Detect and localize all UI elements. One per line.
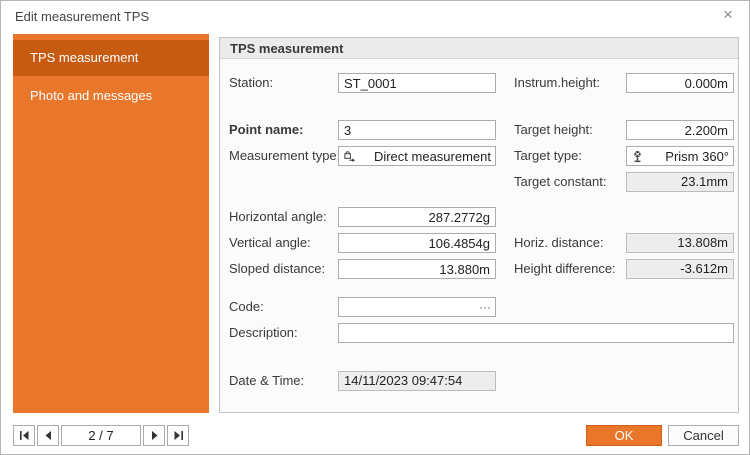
code-input[interactable] (339, 298, 475, 316)
last-record-button[interactable] (167, 425, 189, 446)
sloped-distance-input[interactable] (338, 259, 496, 279)
close-icon[interactable]: × (719, 6, 737, 24)
sidebar: TPS measurement Photo and messages (13, 34, 209, 413)
instrum-height-input[interactable] (626, 73, 734, 93)
dialog-title: Edit measurement TPS (15, 9, 149, 24)
direct-measurement-icon (343, 149, 357, 163)
target-constant-label: Target constant: (514, 172, 607, 192)
edit-measurement-tps-dialog: Edit measurement TPS × TPS measurement P… (0, 0, 750, 455)
date-time-value: 14/11/2023 09:47:54 (338, 371, 496, 391)
ok-button[interactable]: OK (586, 425, 662, 446)
measurement-type-value: Direct measurement (357, 149, 491, 164)
point-name-label: Point name: (229, 120, 303, 140)
station-label: Station: (229, 73, 273, 93)
horizontal-angle-input[interactable] (338, 207, 496, 227)
record-counter[interactable]: 2 / 7 (61, 425, 141, 446)
sloped-distance-label: Sloped distance: (229, 259, 325, 279)
horiz-distance-label: Horiz. distance: (514, 233, 604, 253)
target-height-input[interactable] (626, 120, 734, 140)
panel-header: TPS measurement (220, 38, 738, 59)
date-time-label: Date & Time: (229, 371, 304, 391)
horizontal-angle-label: Horizontal angle: (229, 207, 327, 227)
previous-page-icon (43, 430, 54, 441)
first-page-icon (19, 430, 30, 441)
last-page-icon (173, 430, 184, 441)
target-type-picker[interactable]: Prism 360° (626, 146, 734, 166)
previous-record-button[interactable] (37, 425, 59, 446)
target-type-label: Target type: (514, 146, 582, 166)
description-label: Description: (229, 323, 298, 343)
vertical-angle-label: Vertical angle: (229, 233, 311, 253)
title-bar: Edit measurement TPS × (1, 1, 749, 31)
first-record-button[interactable] (13, 425, 35, 446)
description-input[interactable] (338, 323, 734, 343)
target-type-value: Prism 360° (645, 149, 729, 164)
prism-360-icon (631, 149, 645, 163)
measurement-type-label: Measurement type: (229, 146, 340, 166)
height-difference-value: -3.612m (626, 259, 734, 279)
code-field: ··· (338, 297, 496, 317)
instrum-height-label: Instrum.height: (514, 73, 600, 93)
height-difference-label: Height difference: (514, 259, 616, 279)
code-label: Code: (229, 297, 264, 317)
measurement-type-picker[interactable]: Direct measurement (338, 146, 496, 166)
next-page-icon (149, 430, 160, 441)
vertical-angle-input[interactable] (338, 233, 496, 253)
target-constant-value: 23.1mm (626, 172, 734, 192)
sidebar-item-tps-measurement[interactable]: TPS measurement (13, 40, 209, 76)
code-browse-button[interactable]: ··· (475, 298, 495, 316)
cancel-button[interactable]: Cancel (668, 425, 739, 446)
sidebar-item-photo-and-messages[interactable]: Photo and messages (13, 78, 209, 114)
horiz-distance-value: 13.808m (626, 233, 734, 253)
point-name-input[interactable] (338, 120, 496, 140)
next-record-button[interactable] (143, 425, 165, 446)
target-height-label: Target height: (514, 120, 593, 140)
station-input[interactable] (338, 73, 496, 93)
